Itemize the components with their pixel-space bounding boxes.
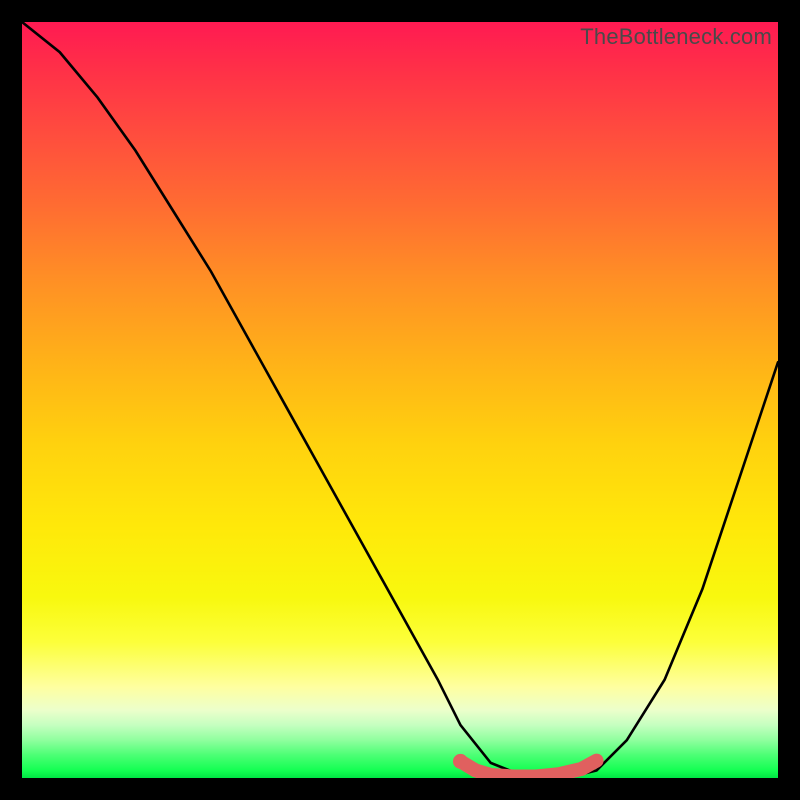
bottleneck-curve xyxy=(22,22,778,778)
optimal-start-dot xyxy=(453,754,468,769)
optimal-range-marker xyxy=(460,761,596,777)
chart-frame: TheBottleneck.com xyxy=(22,22,778,778)
chart-svg xyxy=(22,22,778,778)
watermark-text: TheBottleneck.com xyxy=(580,24,772,50)
